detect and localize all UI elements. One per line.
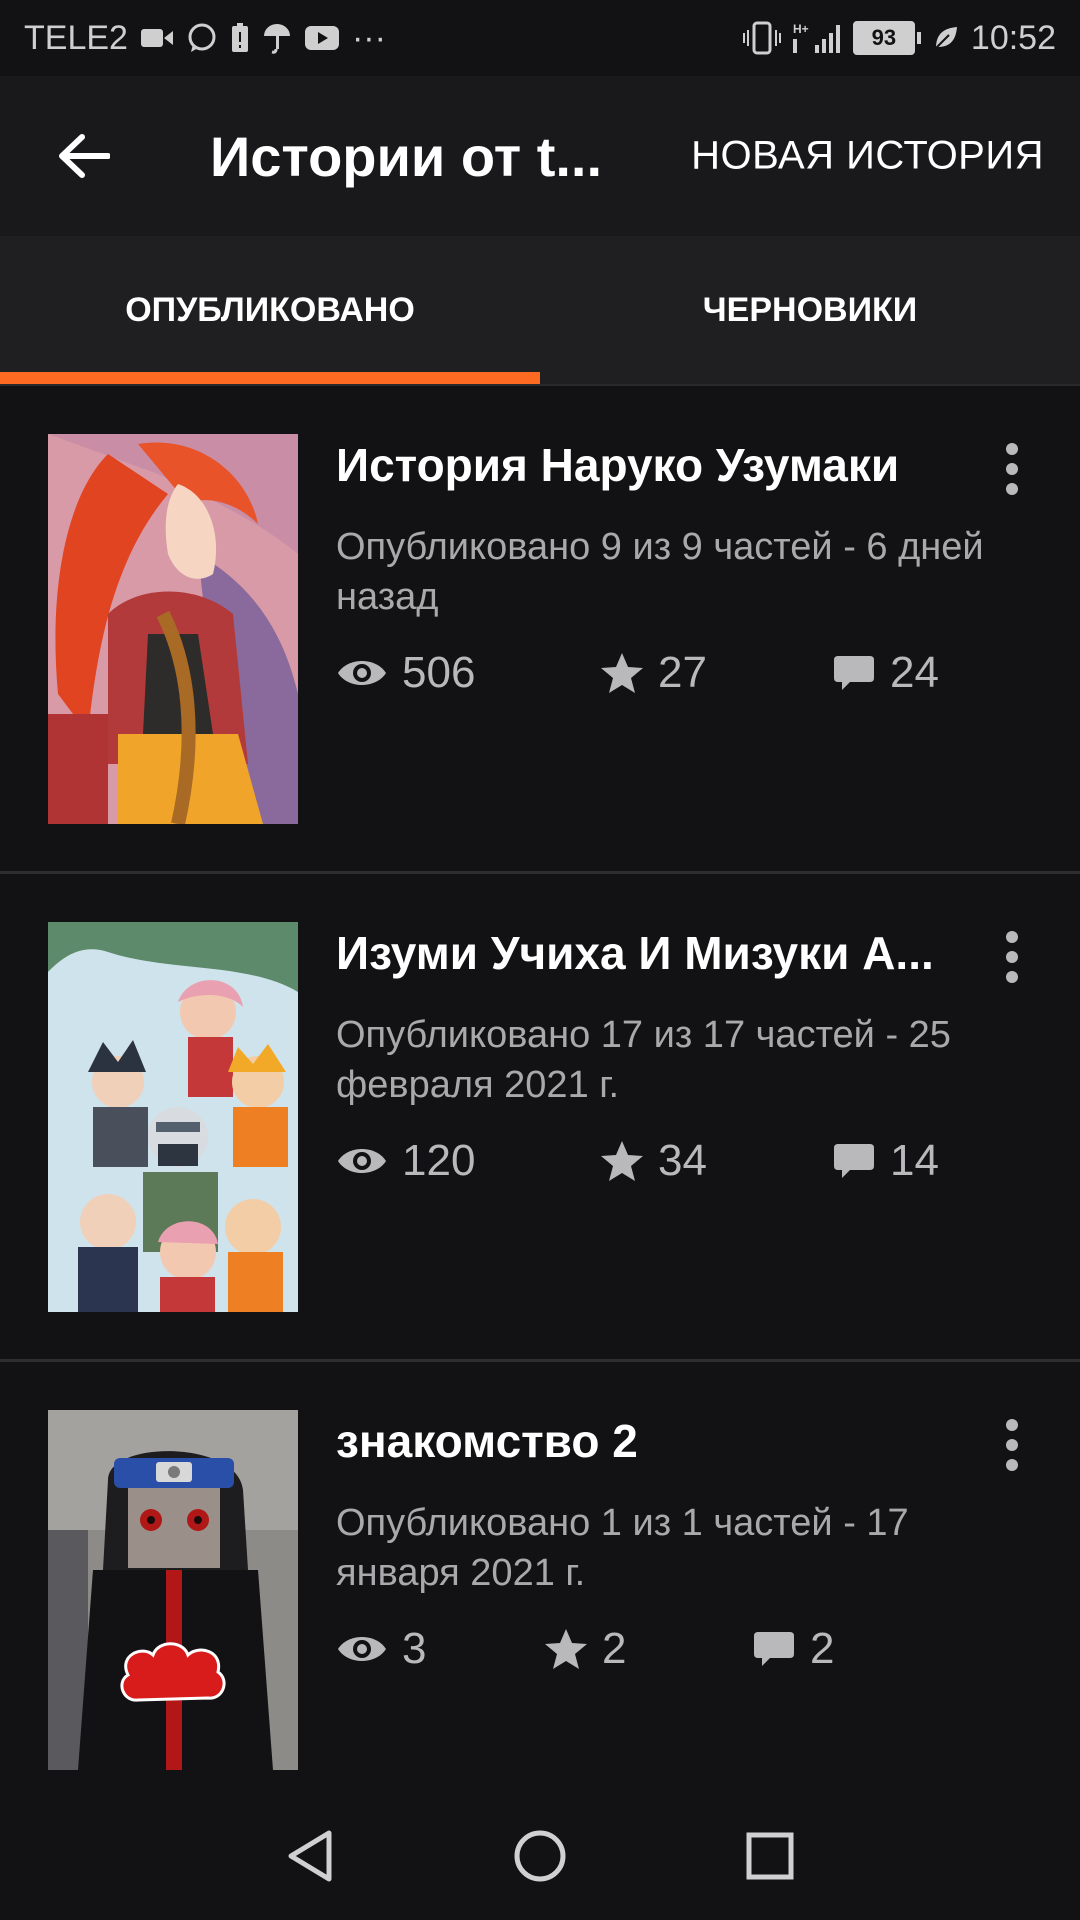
- more-options-button[interactable]: [992, 922, 1032, 992]
- tab-bar: ОПУБЛИКОВАНО ЧЕРНОВИКИ: [0, 236, 1080, 384]
- status-bar-left: TELE2 ···: [24, 19, 386, 58]
- comments-stat: 2: [752, 1624, 834, 1674]
- story-meta: Опубликовано 9 из 9 частей - 6 дней наза…: [336, 526, 984, 618]
- new-story-button[interactable]: НОВАЯ ИСТОРИЯ: [691, 134, 1044, 179]
- status-bar-right: H+ 93 10:52: [742, 18, 1056, 58]
- eye-icon: [338, 661, 386, 685]
- story-item[interactable]: Изуми Учиха И Мизуки А... Опубликовано 1…: [0, 874, 1080, 1362]
- views-stat: 3: [336, 1624, 426, 1674]
- votes-stat: 2: [544, 1624, 626, 1674]
- signal-icon: H+: [792, 21, 841, 55]
- story-stats: 3 2 2: [336, 1624, 1036, 1684]
- views-count: 506: [402, 648, 476, 697]
- views-stat: 120: [336, 1136, 475, 1186]
- nav-home-button[interactable]: [500, 1816, 580, 1896]
- svg-text:H+: H+: [793, 22, 809, 36]
- views-count: 3: [402, 1624, 427, 1673]
- comment-icon: [834, 1144, 874, 1178]
- leaf-icon: [933, 25, 959, 51]
- video-camera-icon: [140, 25, 174, 51]
- more-options-button[interactable]: [992, 434, 1032, 504]
- status-bar: TELE2 ··· H+ 93 10:52: [0, 0, 1080, 76]
- back-triangle-icon: [288, 1830, 332, 1882]
- votes-stat: 34: [600, 1136, 707, 1186]
- comment-icon: [834, 656, 874, 690]
- more-notifications-icon: ···: [351, 18, 386, 57]
- star-icon: [545, 1629, 587, 1669]
- votes-count: 27: [658, 648, 707, 697]
- more-options-button[interactable]: [992, 1410, 1032, 1480]
- votes-stat: 27: [600, 648, 707, 698]
- nav-recents-button[interactable]: [730, 1816, 810, 1896]
- comments-count: 2: [810, 1624, 835, 1673]
- system-nav-bar: [0, 1792, 1080, 1920]
- eye-icon: [338, 1637, 386, 1661]
- story-title[interactable]: знакомство 2: [336, 1414, 956, 1468]
- comments-stat: 14: [832, 1136, 939, 1186]
- app-bar: Истории от t... НОВАЯ ИСТОРИЯ: [0, 76, 1080, 236]
- nav-back-button[interactable]: [270, 1816, 350, 1896]
- comment-icon: [754, 1632, 794, 1666]
- star-icon: [601, 653, 643, 693]
- story-list: История Наруко Узумаки Опубликовано 9 из…: [0, 386, 1080, 1850]
- star-icon: [601, 1141, 643, 1181]
- battery-saver-icon: [230, 22, 250, 54]
- recents-square-icon: [746, 1832, 794, 1880]
- story-title[interactable]: История Наруко Узумаки: [336, 438, 956, 492]
- story-cover-image[interactable]: [48, 1410, 298, 1770]
- comments-stat: 24: [832, 648, 939, 698]
- story-item[interactable]: знакомство 2 Опубликовано 1 из 1 частей …: [0, 1362, 1080, 1850]
- carrier-label: TELE2: [24, 18, 128, 57]
- whatsapp-icon: [186, 22, 218, 54]
- more-vert-icon: [1006, 443, 1018, 455]
- tab-published[interactable]: ОПУБЛИКОВАНО: [0, 236, 540, 384]
- views-stat: 506: [336, 648, 475, 698]
- battery-level: 93: [852, 21, 915, 55]
- back-button[interactable]: [24, 96, 144, 216]
- story-meta: Опубликовано 17 из 17 частей - 25 феврал…: [336, 1014, 951, 1106]
- story-meta: Опубликовано 1 из 1 частей - 17 января 2…: [336, 1502, 909, 1594]
- eye-icon: [338, 1149, 386, 1173]
- votes-count: 2: [602, 1624, 627, 1673]
- arrow-left-icon: [59, 134, 110, 178]
- battery-icon: 93: [852, 21, 921, 55]
- clock: 10:52: [970, 18, 1056, 57]
- more-vert-icon: [1006, 1419, 1018, 1431]
- comments-count: 14: [890, 1136, 939, 1185]
- comments-count: 24: [890, 648, 939, 697]
- umbrella-icon: [262, 22, 292, 54]
- story-stats: 120 34 14: [336, 1136, 1036, 1196]
- story-item[interactable]: История Наруко Узумаки Опубликовано 9 из…: [0, 386, 1080, 874]
- story-stats: 506 27 24: [336, 648, 1036, 708]
- votes-count: 34: [658, 1136, 707, 1185]
- home-circle-icon: [514, 1830, 566, 1882]
- views-count: 120: [402, 1136, 476, 1185]
- page-title: Истории от t...: [210, 124, 603, 188]
- youtube-icon: [304, 25, 340, 51]
- story-cover-image[interactable]: [48, 434, 298, 824]
- tab-drafts[interactable]: ЧЕРНОВИКИ: [540, 236, 1080, 384]
- story-cover-image[interactable]: [48, 922, 298, 1312]
- vibrate-icon: [742, 21, 781, 55]
- more-vert-icon: [1006, 931, 1018, 943]
- story-title[interactable]: Изуми Учиха И Мизуки А...: [336, 926, 956, 980]
